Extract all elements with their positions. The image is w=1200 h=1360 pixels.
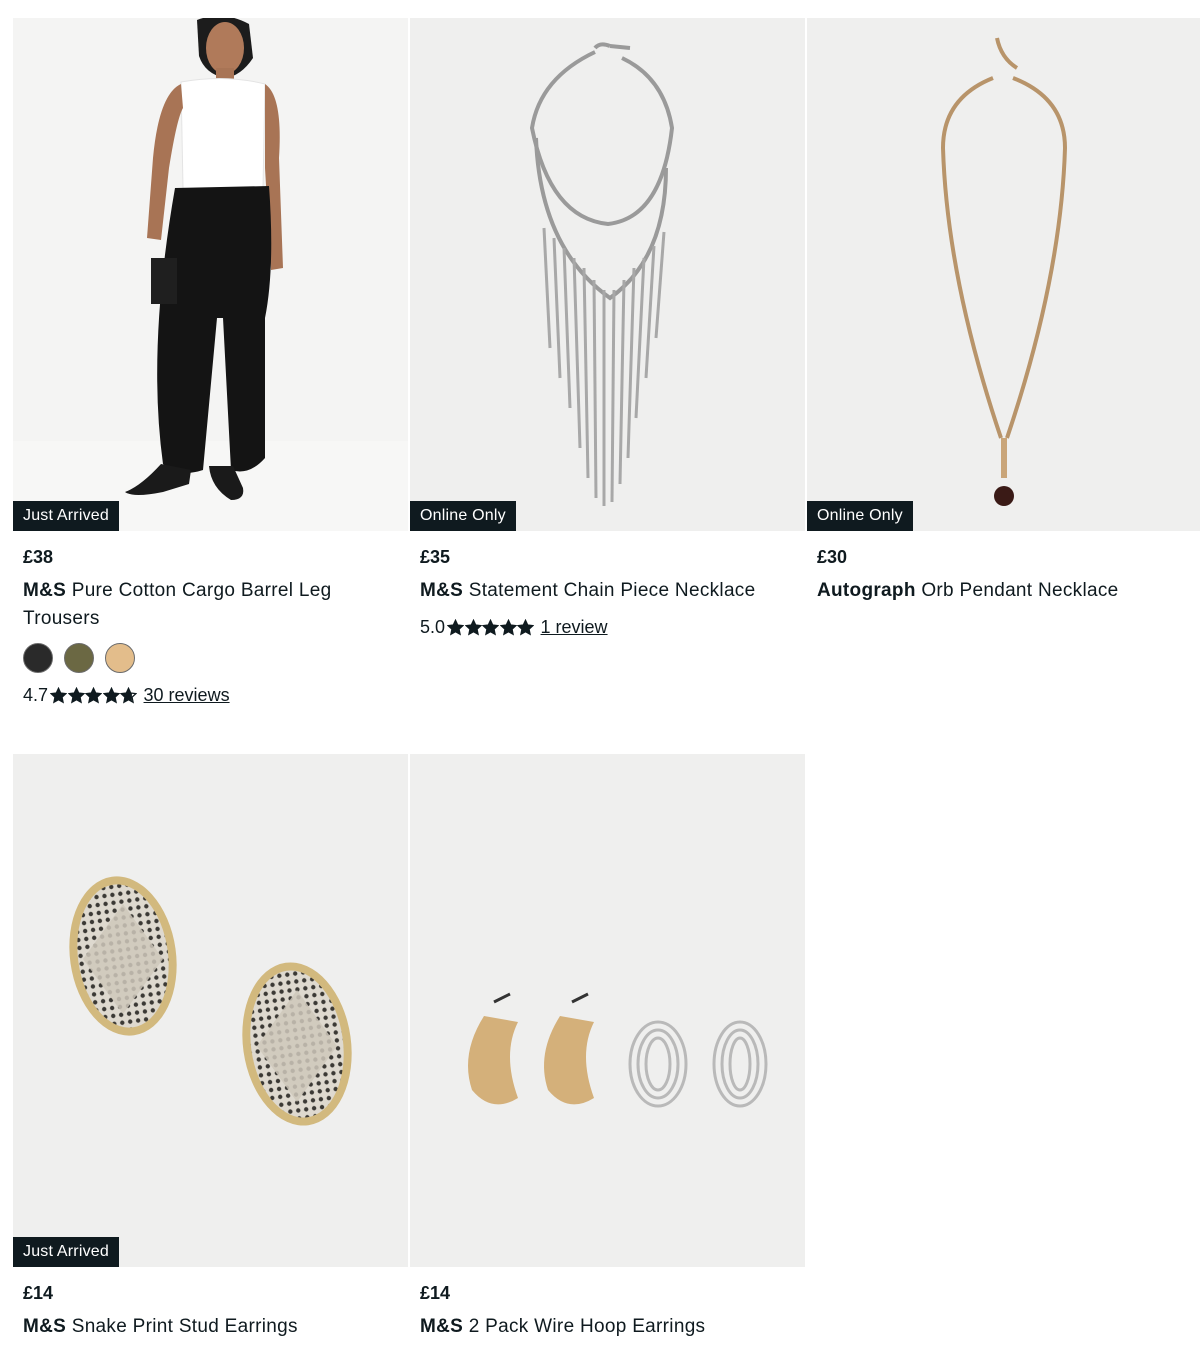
product-price: £14: [420, 1283, 451, 1303]
colour-swatch-khaki[interactable]: [64, 643, 94, 673]
product-card-snake-earrings[interactable]: Just Arrived £14 M&S Snake Print Stud Ea…: [13, 754, 408, 1341]
product-card-chain-necklace[interactable]: Online Only £35 M&S Statement Chain Piec…: [410, 18, 805, 639]
product-title[interactable]: M&S Pure Cotton Cargo Barrel Leg Trouser…: [23, 577, 398, 633]
product-rating: 5.0 1 review: [420, 615, 795, 639]
product-rating: 4.7 30 reviews: [23, 683, 398, 707]
product-name: Statement Chain Piece Necklace: [468, 580, 756, 601]
star-icon: [499, 618, 517, 636]
rating-value: 4.7: [23, 685, 49, 705]
product-brand: M&S: [23, 1316, 67, 1337]
star-icon: [120, 686, 138, 704]
product-title[interactable]: M&S Statement Chain Piece Necklace: [420, 577, 795, 605]
product-name: Snake Print Stud Earrings: [71, 1316, 298, 1337]
product-title[interactable]: Autograph Orb Pendant Necklace: [817, 577, 1190, 605]
product-brand: M&S: [23, 580, 67, 601]
model-trousers-illustration: [13, 18, 408, 531]
product-grid: Just Arrived £38 M&S Pure Cotton Cargo B…: [0, 0, 1200, 1360]
product-price: £30: [817, 547, 848, 567]
star-rating-icon: [50, 686, 138, 704]
product-image-snake-earrings[interactable]: Just Arrived: [13, 754, 408, 1267]
product-image-cargo-trousers[interactable]: Just Arrived: [13, 18, 408, 531]
product-card-hoop-earrings[interactable]: £14 M&S 2 Pack Wire Hoop Earrings: [410, 754, 805, 1341]
reviews-link[interactable]: 30 reviews: [144, 683, 230, 707]
product-badge: Just Arrived: [13, 1237, 119, 1267]
star-icon: [102, 686, 120, 704]
star-icon: [50, 686, 68, 704]
star-icon: [85, 686, 103, 704]
product-badge: Online Only: [807, 501, 913, 531]
star-rating-icon: [447, 618, 535, 636]
product-title[interactable]: M&S 2 Pack Wire Hoop Earrings: [420, 1313, 795, 1341]
product-brand: M&S: [420, 580, 464, 601]
star-icon: [464, 618, 482, 636]
product-brand: Autograph: [817, 580, 916, 601]
product-title[interactable]: M&S Snake Print Stud Earrings: [23, 1313, 398, 1341]
product-name: Pure Cotton Cargo Barrel Leg Trousers: [23, 580, 332, 629]
product-card-cargo-trousers[interactable]: Just Arrived £38 M&S Pure Cotton Cargo B…: [13, 18, 408, 707]
product-image-orb-pendant[interactable]: Online Only: [807, 18, 1200, 531]
star-icon: [447, 618, 465, 636]
rating-value: 5.0: [420, 617, 446, 637]
product-card-orb-pendant[interactable]: Online Only £30 Autograph Orb Pendant Ne…: [807, 18, 1200, 605]
star-icon: [67, 686, 85, 704]
product-image-hoop-earrings[interactable]: [410, 754, 805, 1267]
colour-swatch-tan[interactable]: [105, 643, 135, 673]
star-icon: [517, 618, 535, 636]
product-brand: M&S: [420, 1316, 464, 1337]
chain-necklace-illustration: [529, 42, 675, 506]
product-name: 2 Pack Wire Hoop Earrings: [468, 1316, 706, 1337]
snake-earrings-illustration: [69, 876, 352, 1126]
colour-swatch-black[interactable]: [23, 643, 53, 673]
product-price: £14: [23, 1283, 54, 1303]
product-badge: Online Only: [410, 501, 516, 531]
product-price: £38: [23, 547, 54, 567]
hoop-earrings-illustration: [468, 992, 768, 1108]
reviews-link[interactable]: 1 review: [541, 615, 608, 639]
product-image-chain-necklace[interactable]: Online Only: [410, 18, 805, 531]
product-price: £35: [420, 547, 451, 567]
colour-swatches: [23, 643, 398, 673]
product-badge: Just Arrived: [13, 501, 119, 531]
star-icon: [482, 618, 500, 636]
product-name: Orb Pendant Necklace: [921, 580, 1119, 601]
pendant-necklace-illustration: [940, 37, 1068, 506]
